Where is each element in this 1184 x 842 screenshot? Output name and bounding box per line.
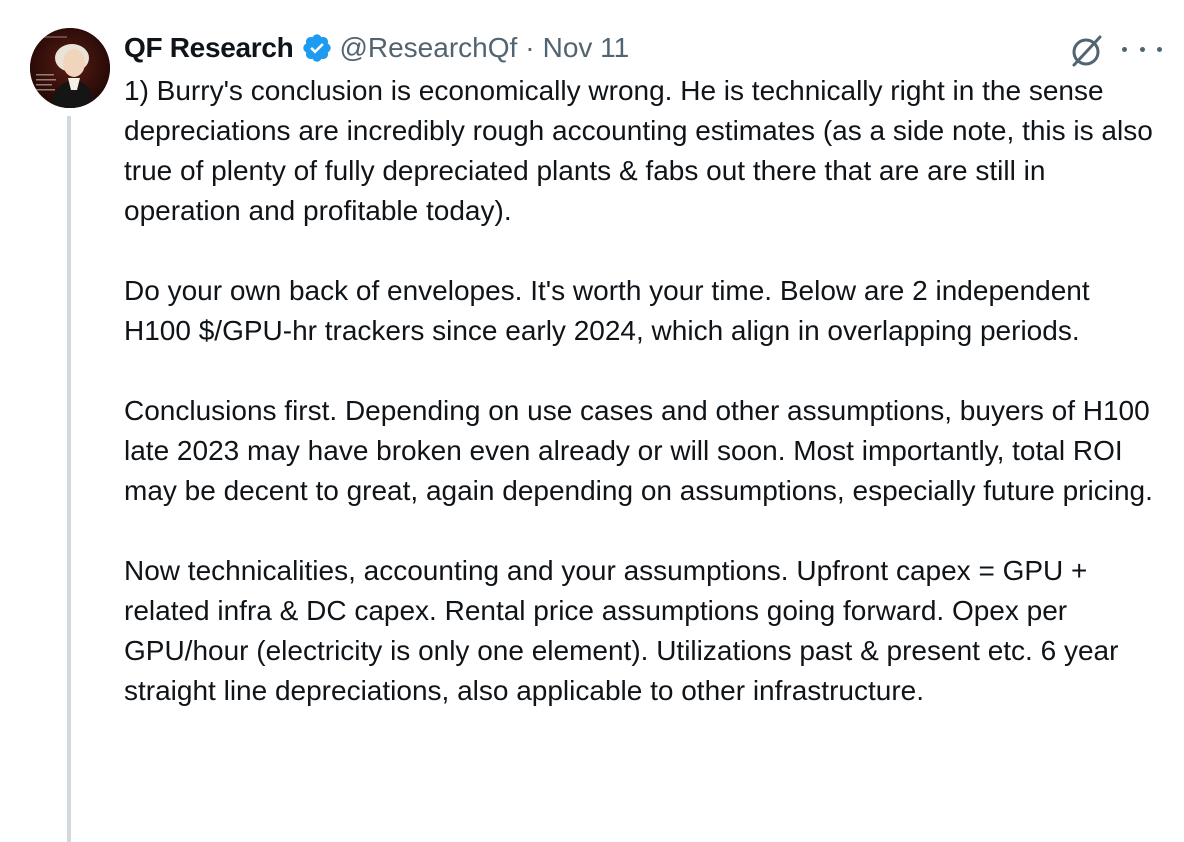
more-icon[interactable] [1122,34,1162,64]
more-dot [1122,46,1127,52]
display-name[interactable]: QF Research [124,32,294,64]
tweet-paragraph: Conclusions first. Depending on use case… [124,395,1153,506]
more-dot [1139,46,1145,52]
header-separator: · [525,32,535,63]
thread-line [67,116,71,842]
grok-icon[interactable] [1068,32,1106,70]
tweet[interactable]: QF Research @ResearchQf · Nov 11 1) Burr… [0,0,1184,842]
tweet-paragraph: Now technicalities, accounting and your … [124,555,1119,706]
tweet-date[interactable]: Nov 11 [543,32,630,64]
user-handle[interactable]: @ResearchQf [339,32,517,64]
more-dot [1157,46,1162,52]
tweet-header: QF Research @ResearchQf · Nov 11 [124,28,629,68]
verified-badge-icon[interactable] [301,32,333,64]
avatar-portrait-image [30,28,110,108]
avatar[interactable] [30,28,110,108]
tweet-paragraph: Do your own back of envelopes. It's wort… [124,275,1090,346]
tweet-text: 1) Burry's conclusion is economically wr… [124,71,1164,711]
tweet-paragraph: 1) Burry's conclusion is economically wr… [124,75,1153,226]
